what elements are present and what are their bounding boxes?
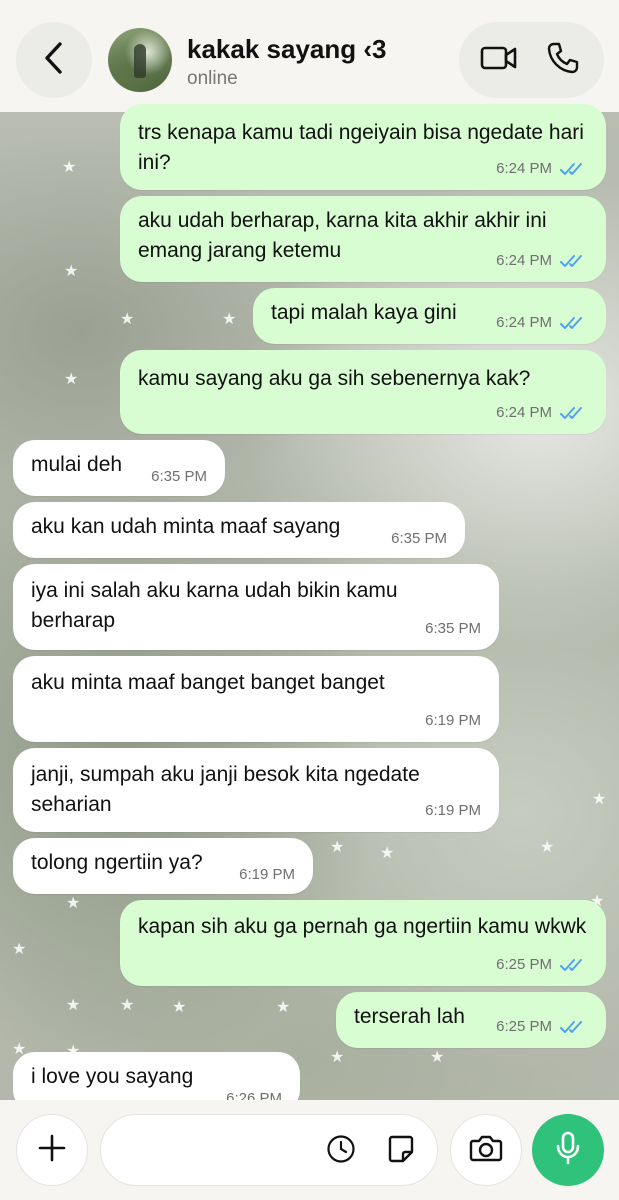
message-bubble-outgoing[interactable]: aku udah berharap, karna kita akhir akhi…: [120, 196, 606, 282]
message-meta: 6:25 PM: [496, 950, 586, 980]
chevron-left-icon: [42, 41, 66, 80]
camera-button[interactable]: [450, 1114, 522, 1186]
message-meta: 6:35 PM: [151, 462, 207, 492]
read-ticks-icon: [560, 406, 586, 420]
sticker-button[interactable]: [383, 1133, 419, 1169]
message-time: 6:35 PM: [425, 620, 481, 637]
microphone-icon: [555, 1131, 581, 1170]
star-decoration: ★: [120, 311, 135, 328]
star-decoration: ★: [66, 895, 81, 912]
message-text: janji, sumpah aku janji besok kita ngeda…: [31, 763, 420, 816]
message-time: 6:25 PM: [496, 956, 552, 973]
avatar-figure: [134, 44, 146, 78]
clock-icon: [326, 1134, 356, 1169]
message-bubble-incoming[interactable]: iya ini salah aku karna udah bikin kamu …: [13, 564, 499, 650]
plus-icon: [38, 1134, 66, 1167]
message-composer: [0, 1100, 619, 1200]
message-meta: 6:19 PM: [239, 860, 295, 890]
chat-header: kakak sayang ‹3 online: [0, 0, 619, 112]
message-time: 6:25 PM: [496, 1018, 552, 1035]
message-meta: 6:19 PM: [425, 706, 481, 736]
star-decoration: ★: [172, 999, 187, 1016]
video-call-button[interactable]: [477, 40, 521, 80]
star-decoration: ★: [592, 791, 607, 808]
read-ticks-icon: [560, 162, 586, 176]
message-bubble-incoming[interactable]: janji, sumpah aku janji besok kita ngeda…: [13, 748, 499, 832]
call-actions: [459, 22, 604, 98]
star-decoration: ★: [62, 159, 77, 176]
message-time: 6:35 PM: [151, 468, 207, 485]
video-camera-icon: [480, 44, 518, 77]
star-decoration: ★: [222, 311, 237, 328]
message-time: 6:35 PM: [391, 530, 447, 547]
voice-call-button[interactable]: [541, 40, 585, 80]
message-text: aku kan udah minta maaf sayang: [31, 515, 341, 538]
message-bubble-outgoing[interactable]: kapan sih aku ga pernah ga ngertiin kamu…: [120, 900, 606, 986]
message-time: 6:24 PM: [496, 404, 552, 421]
attach-button[interactable]: [16, 1114, 88, 1186]
message-bubble-outgoing[interactable]: tapi malah kaya gini 6:24 PM: [253, 288, 606, 344]
message-bubble-outgoing[interactable]: kamu sayang aku ga sih sebenernya kak? 6…: [120, 350, 606, 434]
message-bubble-incoming[interactable]: aku kan udah minta maaf sayang 6:35 PM: [13, 502, 465, 558]
message-time: 6:19 PM: [425, 802, 481, 819]
message-meta: 6:19 PM: [425, 796, 481, 826]
read-ticks-icon: [560, 958, 586, 972]
message-bubble-incoming[interactable]: mulai deh 6:35 PM: [13, 440, 225, 496]
message-meta: 6:24 PM: [496, 398, 586, 428]
message-meta: 6:35 PM: [391, 524, 447, 554]
phone-icon: [546, 41, 580, 80]
message-text: kapan sih aku ga pernah ga ngertiin kamu…: [138, 915, 587, 938]
star-decoration: ★: [12, 941, 27, 958]
message-meta: 6:25 PM: [496, 1012, 586, 1042]
read-ticks-icon: [560, 316, 586, 330]
message-text: iya ini salah aku karna udah bikin kamu …: [31, 579, 398, 632]
voice-message-button[interactable]: [532, 1114, 604, 1186]
star-decoration: ★: [330, 839, 345, 856]
message-bubble-incoming[interactable]: tolong ngertiin ya? 6:19 PM: [13, 838, 313, 894]
message-meta: 6:24 PM: [496, 246, 586, 276]
contact-status: online: [187, 68, 238, 89]
message-input[interactable]: [121, 1133, 325, 1169]
contact-avatar[interactable]: [108, 28, 172, 92]
camera-icon: [469, 1133, 503, 1168]
star-decoration: ★: [276, 999, 291, 1016]
message-text: kamu sayang aku ga sih sebenernya kak?: [138, 367, 531, 390]
message-bubble-outgoing[interactable]: trs kenapa kamu tadi ngeiyain bisa ngeda…: [120, 104, 606, 190]
star-decoration: ★: [64, 263, 79, 280]
back-button[interactable]: [16, 22, 92, 98]
message-time: 6:24 PM: [496, 160, 552, 177]
message-meta: 6:24 PM: [496, 308, 586, 338]
star-decoration: ★: [64, 371, 79, 388]
star-decoration: ★: [380, 845, 395, 862]
star-decoration: ★: [430, 1049, 445, 1066]
message-time: 6:19 PM: [425, 712, 481, 729]
star-decoration: ★: [120, 997, 135, 1014]
message-bubble-outgoing[interactable]: terserah lah 6:25 PM: [336, 992, 606, 1048]
scheduled-message-button[interactable]: [323, 1133, 359, 1169]
message-bubble-incoming[interactable]: aku minta maaf banget banget banget 6:19…: [13, 656, 499, 742]
message-time: 6:24 PM: [496, 252, 552, 269]
message-input-box: [100, 1114, 438, 1186]
contact-name[interactable]: kakak sayang ‹3: [187, 34, 386, 65]
read-ticks-icon: [560, 1020, 586, 1034]
message-time: 6:19 PM: [239, 866, 295, 883]
star-decoration: ★: [330, 1049, 345, 1066]
read-ticks-icon: [560, 254, 586, 268]
message-time: 6:24 PM: [496, 314, 552, 331]
sticker-icon: [387, 1134, 415, 1169]
message-meta: 6:24 PM: [496, 154, 586, 184]
message-meta: 6:35 PM: [425, 614, 481, 644]
star-decoration: ★: [540, 839, 555, 856]
star-decoration: ★: [66, 997, 81, 1014]
message-text: aku minta maaf banget banget banget: [31, 671, 385, 694]
